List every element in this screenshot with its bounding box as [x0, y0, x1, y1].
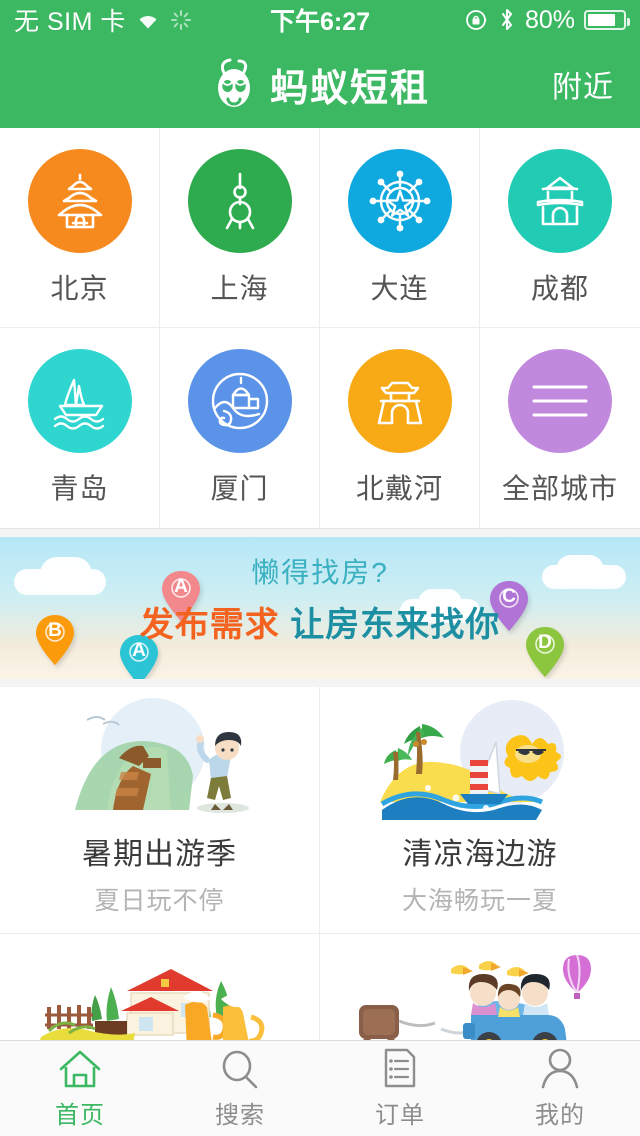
wifi-icon	[135, 10, 161, 30]
card-title: 清凉海边游	[402, 838, 558, 871]
city-label: 北戴河	[355, 473, 443, 504]
brand-logo: 蚂蚁短租	[210, 57, 430, 112]
theme-cards: 暑期出游季 夏日玩不停 清凉海边游 大海畅玩一夏	[0, 687, 640, 1089]
sailboat-waves-icon	[27, 349, 132, 453]
battery-percent-label: 80%	[524, 5, 575, 34]
status-bar-left: 无 SIM 卡	[14, 2, 192, 38]
home-icon	[58, 1047, 102, 1089]
battery-icon	[584, 10, 630, 30]
nearby-button[interactable]: 附近	[552, 62, 614, 106]
status-bar: 无 SIM 卡 下午6:27 80%	[0, 0, 640, 40]
card-title: 暑期出游季	[82, 838, 237, 871]
promo-subtitle: 懒得找房?	[251, 557, 389, 588]
activity-spinner-icon	[170, 9, 192, 31]
beach-sailboat-art	[320, 697, 640, 825]
tab-orders[interactable]: 订单	[320, 1047, 480, 1130]
tab-label: 首页	[55, 1102, 105, 1129]
city-cell-shanghai[interactable]: 上海	[160, 128, 320, 328]
theme-card-summer-trip[interactable]: 暑期出游季 夏日玩不停	[0, 687, 320, 934]
seaside-building-icon	[187, 349, 292, 453]
card-subtitle: 大海畅玩一夏	[401, 887, 558, 915]
city-cell-qingdao[interactable]: 青岛	[0, 328, 160, 528]
all-cities-menu-icon	[508, 349, 612, 453]
tab-search[interactable]: 搜索	[160, 1047, 320, 1130]
status-bar-right: 80%	[465, 5, 630, 35]
city-label: 青岛	[50, 473, 109, 504]
tab-home[interactable]: 首页	[0, 1047, 160, 1130]
tab-label: 我的	[535, 1102, 585, 1129]
city-cell-xiamen[interactable]: 厦门	[160, 328, 320, 528]
city-label: 大连	[370, 272, 429, 304]
great-wall-traveler-art	[0, 697, 319, 825]
profile-person-icon	[539, 1047, 581, 1089]
app-header: 蚂蚁短租 附近	[0, 40, 640, 128]
search-icon	[219, 1047, 261, 1089]
tab-label: 订单	[375, 1102, 425, 1129]
city-label: 北京	[50, 272, 109, 304]
city-cell-all-cities[interactable]: 全部城市	[480, 328, 640, 528]
pagoda-gate-icon	[508, 148, 612, 253]
rotation-lock-icon	[465, 8, 489, 32]
oriental-pearl-tower-icon	[187, 148, 292, 253]
tab-label: 搜索	[215, 1102, 265, 1129]
ant-logo-icon	[210, 57, 262, 111]
promo-banner[interactable]: A B A C D 懒得找房? 发布需求 让房东来找你	[0, 537, 640, 679]
app-root: 无 SIM 卡 下午6:27 80% 蚂蚁短租 附近 北京 上海 大连 成都 青…	[0, 0, 640, 1136]
temple-of-heaven-icon	[27, 148, 132, 253]
promo-title-rest: 让房东来找你	[290, 606, 501, 644]
theme-card-row: 暑期出游季 夏日玩不停 清凉海边游 大海畅玩一夏	[0, 687, 640, 934]
city-label: 上海	[210, 272, 269, 304]
city-cell-chengdu[interactable]: 成都	[480, 128, 640, 328]
carrier-label: 无 SIM 卡	[14, 8, 126, 36]
city-grid: 北京 上海 大连 成都 青岛 厦门 北戴河 全部城市	[0, 128, 640, 529]
theme-card-seaside-trip[interactable]: 清凉海边游 大海畅玩一夏	[320, 687, 640, 934]
shanhaiguan-gate-icon	[347, 349, 452, 453]
city-label: 厦门	[210, 473, 269, 504]
card-subtitle: 夏日玩不停	[94, 887, 225, 915]
city-label: 全部城市	[501, 473, 618, 504]
promo-text-block: 懒得找房? 发布需求 让房东来找你	[0, 551, 640, 646]
promo-title: 发布需求 让房东来找你	[0, 597, 640, 646]
promo-title-highlight: 发布需求	[139, 606, 280, 644]
city-label: 成都	[530, 272, 589, 304]
city-cell-beijing[interactable]: 北京	[0, 128, 160, 328]
ship-wheel-star-icon	[347, 148, 452, 253]
city-cell-dalian[interactable]: 大连	[320, 128, 480, 328]
order-list-icon	[381, 1047, 419, 1089]
brand-title: 蚂蚁短租	[269, 67, 430, 110]
city-cell-beidaihe[interactable]: 北戴河	[320, 328, 480, 528]
tab-profile[interactable]: 我的	[480, 1047, 640, 1130]
bluetooth-icon	[498, 7, 516, 33]
tab-bar: 首页 搜索 订单 我的	[0, 1040, 640, 1136]
